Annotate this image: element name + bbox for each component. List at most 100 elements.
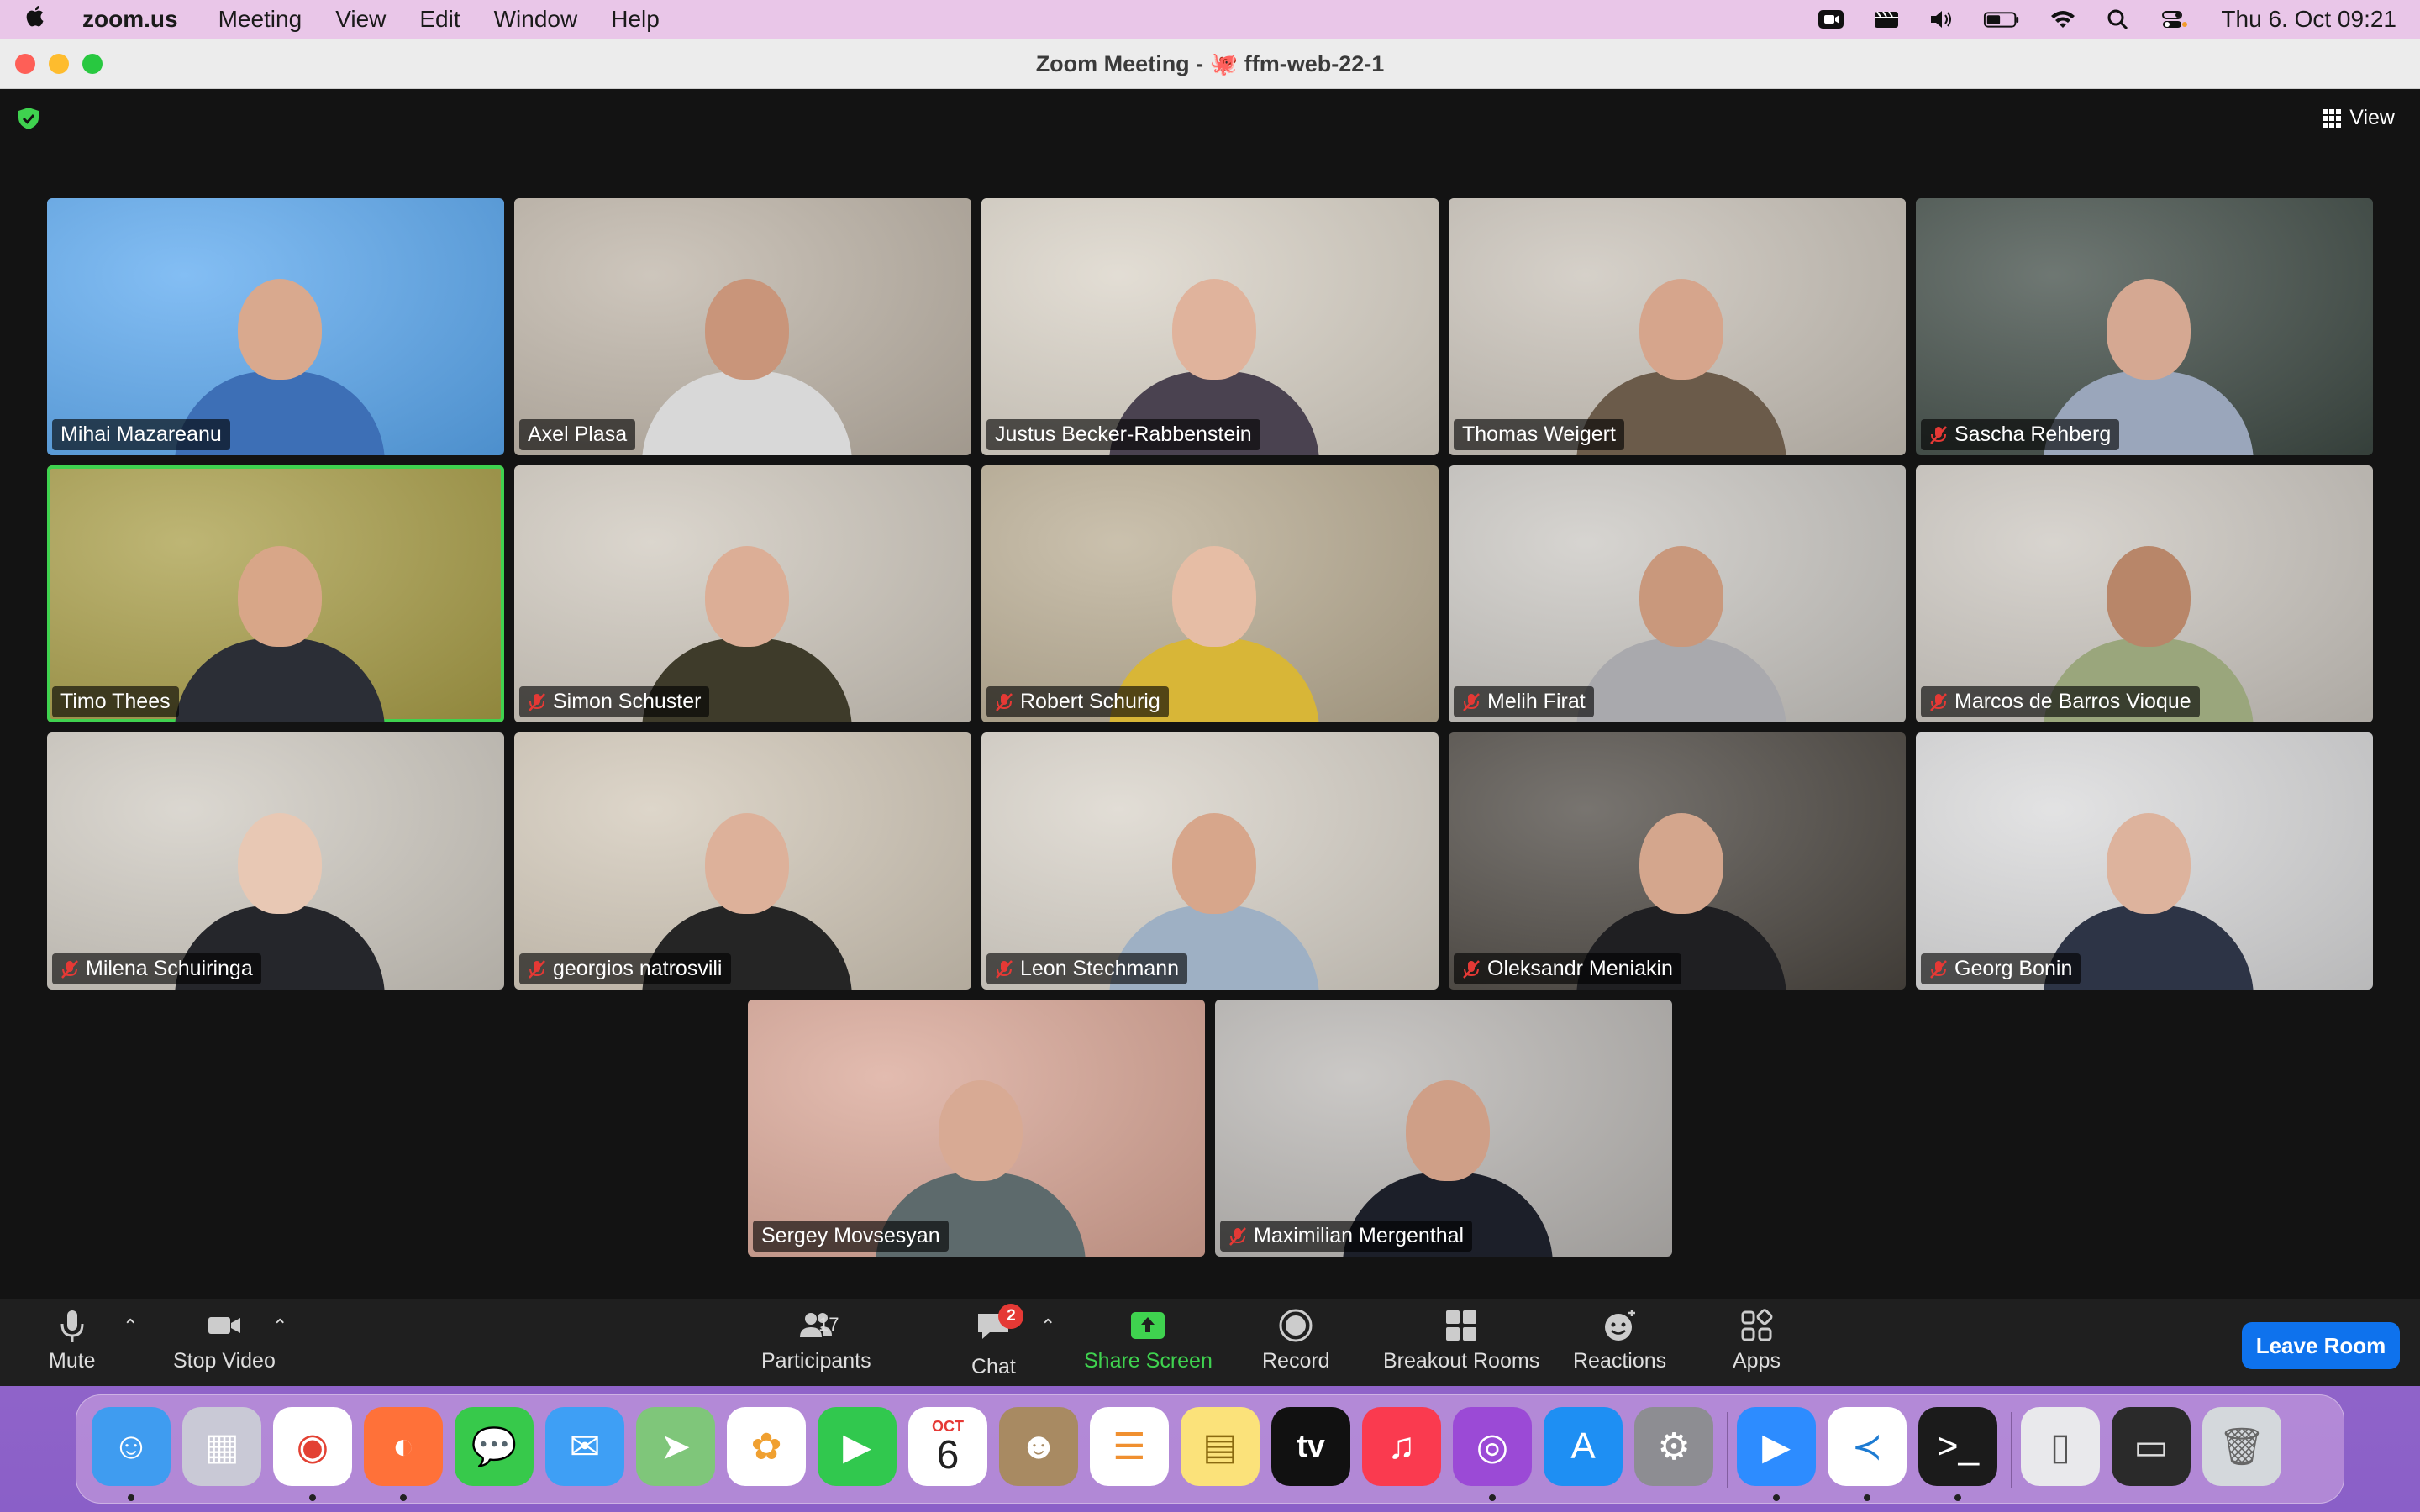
mail-icon[interactable]: ✉ [545, 1407, 624, 1486]
firefox-icon[interactable]: ◐ [364, 1407, 443, 1486]
mute-button[interactable]: Mute [49, 1307, 96, 1373]
zoom-icon[interactable]: ▶ [1737, 1407, 1816, 1486]
view-button[interactable]: View [2323, 106, 2395, 130]
participant-tile[interactable]: Maximilian Mergenthal [1215, 1000, 1672, 1257]
participant-count: 17 [818, 1314, 839, 1335]
apple-menu-icon[interactable] [24, 3, 64, 35]
audio-options-caret[interactable]: ⌃ [123, 1315, 138, 1337]
share-screen-button[interactable]: Share Screen [1084, 1307, 1213, 1373]
participant-tile[interactable]: Robert Schurig [981, 465, 1439, 722]
participant-tile[interactable]: Sascha Rehberg [1916, 198, 2373, 455]
podcasts-icon[interactable]: ◎ [1453, 1407, 1532, 1486]
participant-tile[interactable]: Thomas Weigert [1449, 198, 1906, 455]
participant-tile[interactable]: Simon Schuster [514, 465, 971, 722]
participant-tile[interactable]: Sergey Movsesyan [748, 1000, 1205, 1257]
contacts-icon[interactable]: ☻ [999, 1407, 1078, 1486]
menu-help[interactable]: Help [611, 6, 660, 33]
app-store-icon[interactable]: A [1544, 1407, 1623, 1486]
running-indicator [1773, 1494, 1780, 1501]
participants-button[interactable]: Participants 17 [761, 1307, 871, 1373]
reactions-label: Reactions [1573, 1349, 1667, 1373]
participant-name-label: Timo Thees [52, 686, 179, 717]
muted-microphone-icon [995, 959, 1013, 979]
reactions-button[interactable]: Reactions [1573, 1307, 1666, 1373]
participant-tile[interactable]: Mihai Mazareanu [47, 198, 504, 455]
maps-icon[interactable]: ➤ [636, 1407, 715, 1486]
apps-button[interactable]: Apps [1733, 1307, 1781, 1373]
battery-icon[interactable] [1982, 7, 2023, 32]
archive-icon[interactable]: ▯ [2021, 1407, 2100, 1486]
vscode-icon[interactable]: ≺ [1828, 1407, 1907, 1486]
search-icon[interactable] [2103, 7, 2133, 32]
reminders-icon[interactable]: ☰ [1090, 1407, 1169, 1486]
record-icon [1279, 1309, 1313, 1342]
participant-name: Timo Thees [60, 690, 171, 713]
participant-name: Justus Becker-Rabbenstein [995, 423, 1252, 446]
control-center-icon[interactable] [2159, 7, 2189, 32]
facetime-icon[interactable]: ▶ [818, 1407, 897, 1486]
muted-microphone-icon [995, 692, 1013, 712]
participant-tile[interactable]: Georg Bonin [1916, 732, 2373, 990]
breakout-rooms-button[interactable]: Breakout Rooms [1383, 1307, 1539, 1373]
muted-microphone-icon [1462, 692, 1481, 712]
participant-tile[interactable]: Marcos de Barros Vioque [1916, 465, 2373, 722]
clock[interactable]: Thu 6. Oct 09:21 [2221, 6, 2396, 33]
messages-icon[interactable]: 💬 [455, 1407, 534, 1486]
participant-name: georgios natrosvili [553, 957, 723, 980]
system-preferences-icon[interactable]: ⚙ [1634, 1407, 1713, 1486]
participant-tile[interactable]: Timo Thees [47, 465, 504, 722]
participant-video [625, 245, 860, 455]
encryption-shield-icon[interactable] [17, 106, 40, 131]
trash-icon[interactable]: 🗑 [2202, 1407, 2281, 1486]
muted-microphone-icon [528, 959, 546, 979]
menu-view[interactable]: View [335, 6, 386, 33]
participant-tile[interactable]: Milena Schuiringa [47, 732, 504, 990]
leave-room-button[interactable]: Leave Room [2242, 1322, 2400, 1369]
stop-video-label: Stop Video [173, 1349, 276, 1373]
chat-label: Chat [971, 1355, 1016, 1378]
participant-tile[interactable]: Melih Firat [1449, 465, 1906, 722]
launchpad-icon[interactable]: ▦ [182, 1407, 261, 1486]
photos-icon[interactable]: ✿ [727, 1407, 806, 1486]
participant-name-label: Simon Schuster [519, 686, 710, 717]
record-button[interactable]: Record [1262, 1307, 1330, 1373]
clapper-icon[interactable] [1871, 7, 1902, 32]
participants-label: Participants [761, 1349, 871, 1373]
volume-icon[interactable] [1927, 7, 1957, 32]
muted-microphone-icon [528, 692, 546, 712]
terminal-icon[interactable]: >_ [1918, 1407, 1997, 1486]
participant-tile[interactable]: Axel Plasa [514, 198, 971, 455]
apple-tv-icon[interactable]: tv [1271, 1407, 1350, 1486]
participant-name: Leon Stechmann [1020, 957, 1180, 980]
participant-name: Georg Bonin [1954, 957, 2073, 980]
participant-name-label: Axel Plasa [519, 419, 636, 450]
menu-window[interactable]: Window [494, 6, 578, 33]
participant-tile[interactable]: georgios natrosvili [514, 732, 971, 990]
zoom-status-icon[interactable] [1816, 7, 1846, 32]
screenshot-icon[interactable]: ▭ [2112, 1407, 2191, 1486]
video-options-caret[interactable]: ⌃ [272, 1315, 287, 1337]
participant-name: Sascha Rehberg [1954, 423, 2112, 446]
view-label: View [2349, 106, 2395, 129]
chat-button[interactable]: 2 Chat [971, 1304, 1024, 1379]
calendar-icon[interactable]: OCT 6 [908, 1407, 987, 1486]
wifi-icon[interactable] [2048, 7, 2078, 32]
app-name[interactable]: zoom.us [82, 6, 178, 33]
chat-options-caret[interactable]: ⌃ [1040, 1315, 1055, 1337]
stop-video-button[interactable]: Stop Video [173, 1307, 276, 1373]
menu-meeting[interactable]: Meeting [218, 6, 302, 33]
music-icon[interactable]: ♫ [1362, 1407, 1441, 1486]
notes-icon[interactable]: ▤ [1181, 1407, 1260, 1486]
finder-icon[interactable]: ☺ [92, 1407, 171, 1486]
share-screen-label: Share Screen [1084, 1349, 1213, 1373]
participant-name: Thomas Weigert [1462, 423, 1616, 446]
participant-tile[interactable]: Justus Becker-Rabbenstein [981, 198, 1439, 455]
chrome-icon[interactable]: ◉ [273, 1407, 352, 1486]
participant-name-label: Maximilian Mergenthal [1220, 1221, 1473, 1252]
participant-tile[interactable]: Oleksandr Meniakin [1449, 732, 1906, 990]
participant-tile[interactable]: Leon Stechmann [981, 732, 1439, 990]
participant-name-label: Marcos de Barros Vioque [1921, 686, 2200, 717]
meeting-toolbar: Mute ⌃ Stop Video ⌃ Participants 17 2 Ch… [0, 1299, 2420, 1386]
menu-edit[interactable]: Edit [419, 6, 460, 33]
participant-name: Maximilian Mergenthal [1254, 1224, 1465, 1247]
